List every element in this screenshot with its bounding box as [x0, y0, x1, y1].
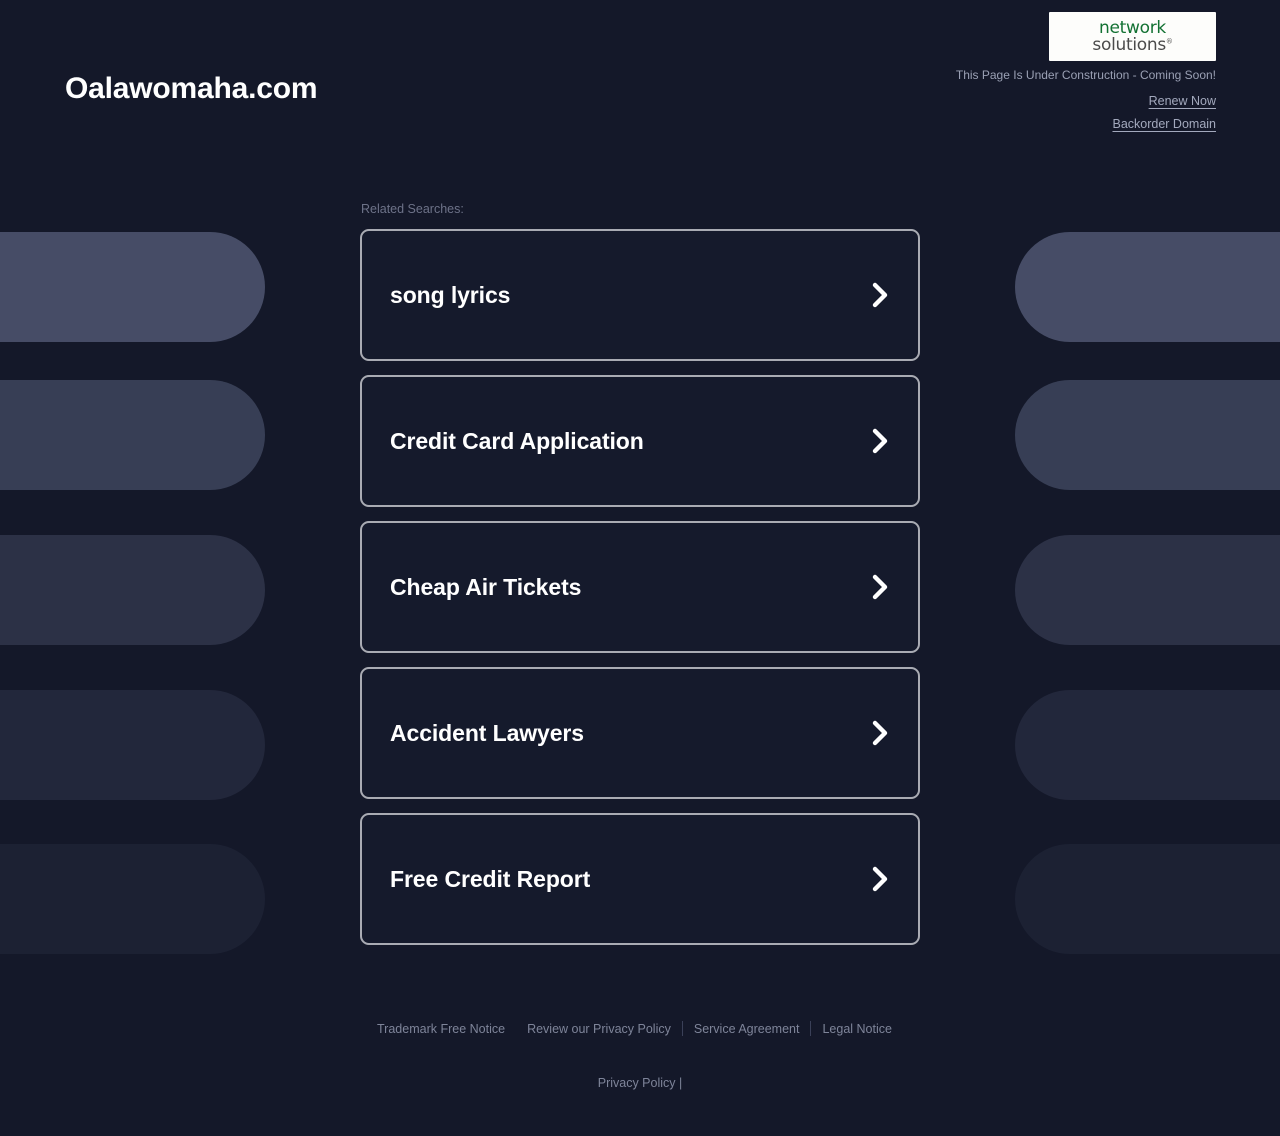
- related-searches-section: Related Searches: song lyrics Credit Car…: [360, 150, 920, 945]
- decorative-pill-left-2: [0, 380, 265, 490]
- related-search-card-1[interactable]: song lyrics: [360, 229, 920, 361]
- legal-notice-link[interactable]: Legal Notice: [811, 1022, 903, 1036]
- network-solutions-logo[interactable]: network solutions®: [1049, 12, 1216, 61]
- related-search-label: Credit Card Application: [390, 427, 644, 454]
- service-agreement-link[interactable]: Service Agreement: [683, 1022, 811, 1036]
- decorative-pill-right-4: [1015, 690, 1280, 800]
- registered-trademark-icon: ®: [1165, 36, 1173, 45]
- privacy-policy-link[interactable]: Privacy Policy |: [598, 1076, 683, 1090]
- chevron-right-icon: [870, 718, 892, 748]
- decorative-pill-left-1: [0, 232, 265, 342]
- decorative-pill-right-2: [1015, 380, 1280, 490]
- header-link-group: Renew Now Backorder Domain: [1112, 90, 1216, 136]
- renew-now-link[interactable]: Renew Now: [1112, 90, 1216, 113]
- chevron-right-icon: [870, 864, 892, 894]
- decorative-pill-left-5: [0, 844, 265, 954]
- decorative-pill-right-1: [1015, 232, 1280, 342]
- backorder-domain-link[interactable]: Backorder Domain: [1112, 113, 1216, 136]
- page-title: Oalawomaha.com: [65, 72, 318, 105]
- footer-link-group: Trademark Free Notice Review our Privacy…: [0, 1021, 1280, 1036]
- decorative-pill-left-4: [0, 690, 265, 800]
- related-search-label: Accident Lawyers: [390, 719, 584, 746]
- logo-text-solutions-label: solutions: [1092, 34, 1166, 55]
- trademark-free-notice-link[interactable]: Trademark Free Notice: [377, 1022, 516, 1036]
- related-search-card-5[interactable]: Free Credit Report: [360, 813, 920, 945]
- related-search-card-2[interactable]: Credit Card Application: [360, 375, 920, 507]
- footer-bottom-row: Privacy Policy |: [0, 1076, 1280, 1090]
- page-footer: Trademark Free Notice Review our Privacy…: [0, 1021, 1280, 1090]
- related-search-label: Free Credit Report: [390, 865, 591, 892]
- decorative-pill-right-3: [1015, 535, 1280, 645]
- related-search-card-3[interactable]: Cheap Air Tickets: [360, 521, 920, 653]
- related-search-label: song lyrics: [390, 281, 511, 308]
- review-privacy-policy-link[interactable]: Review our Privacy Policy: [516, 1022, 682, 1036]
- related-search-label: Cheap Air Tickets: [390, 573, 582, 600]
- chevron-right-icon: [870, 572, 892, 602]
- chevron-right-icon: [870, 280, 892, 310]
- related-search-card-4[interactable]: Accident Lawyers: [360, 667, 920, 799]
- page-root: Oalawomaha.com network solutions® This P…: [0, 0, 1280, 1136]
- page-header: Oalawomaha.com network solutions® This P…: [0, 0, 1280, 150]
- chevron-right-icon: [870, 426, 892, 456]
- decorative-pill-left-3: [0, 535, 265, 645]
- decorative-pill-right-5: [1015, 844, 1280, 954]
- logo-text-solutions: solutions®: [1092, 34, 1173, 55]
- construction-notice: This Page Is Under Construction - Coming…: [955, 68, 1216, 82]
- related-searches-label: Related Searches:: [361, 202, 464, 216]
